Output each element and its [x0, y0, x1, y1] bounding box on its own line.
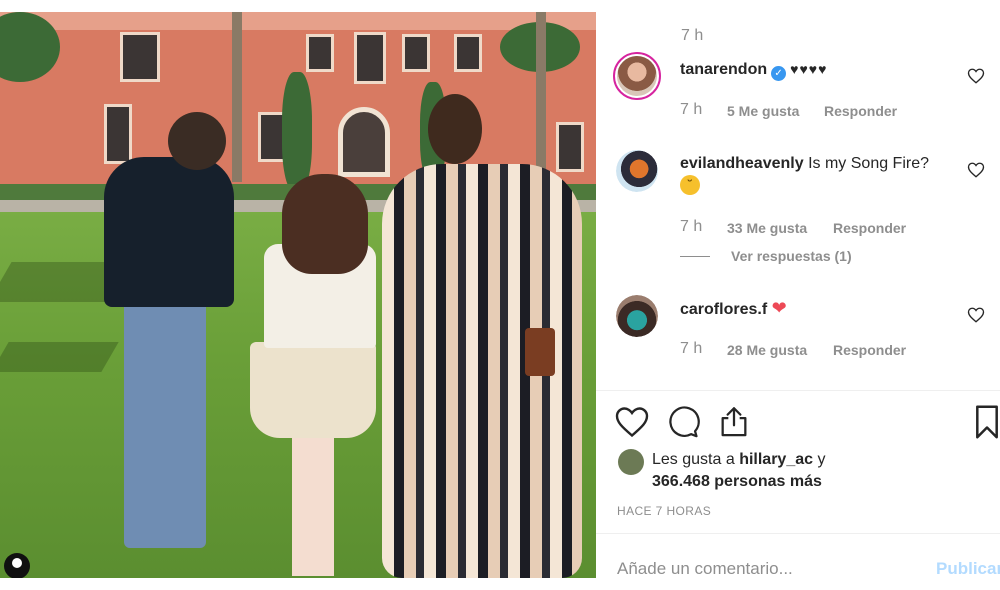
divider: [596, 533, 1000, 534]
photo-window: [454, 34, 482, 72]
avatar[interactable]: [616, 150, 658, 192]
photo-girl-skirt: [250, 342, 376, 438]
photo-window: [556, 122, 584, 172]
photo-handbag: [525, 328, 555, 376]
heart-outline-icon[interactable]: [614, 404, 650, 440]
liked-by-line: Les gusta a hillary_ac y: [652, 451, 825, 469]
photo-tree: [282, 72, 312, 192]
liked-by-username[interactable]: hillary_ac: [739, 451, 813, 468]
photo-man-jeans: [124, 298, 206, 548]
likes-count-line: 366.468 personas más: [652, 473, 822, 491]
comment-likes[interactable]: 5 Me gusta: [727, 103, 799, 119]
comment-username[interactable]: tanarendon: [680, 61, 767, 78]
heart-small-icon[interactable]: [967, 67, 985, 85]
comment-username[interactable]: evilandheavenly: [680, 155, 804, 172]
verified-badge-icon: ✓: [771, 66, 787, 81]
avatar[interactable]: [613, 52, 661, 100]
photo-window: [120, 32, 160, 82]
confused-face-icon: ˘: [680, 175, 700, 195]
share-upload-icon[interactable]: [717, 403, 751, 439]
avatar[interactable]: [616, 295, 658, 337]
publish-button[interactable]: Publicar: [936, 559, 1000, 579]
photo-man-head: [168, 112, 226, 170]
comment-time: 7 h: [680, 218, 703, 235]
reply-button[interactable]: Responder: [833, 342, 906, 358]
photo-roofline: [0, 12, 596, 30]
comment-time: 7 h: [681, 27, 704, 44]
heart-small-icon[interactable]: [967, 161, 985, 179]
avatar-image: [617, 56, 657, 96]
photo-girl-hair: [282, 174, 368, 274]
photo-woman-head: [428, 94, 482, 164]
comment-text: Is my Song Fire?: [808, 155, 930, 172]
comment-input[interactable]: Añade un comentario...: [617, 559, 793, 579]
comment-time: 7 h: [680, 101, 703, 118]
photo-palm: [536, 12, 546, 192]
post-timestamp[interactable]: HACE 7 HORAS: [617, 504, 711, 518]
photo-window: [402, 34, 430, 72]
photo-window: [354, 32, 386, 84]
comment: caroflores.f ❤: [680, 298, 787, 320]
photo-man-shirt: [104, 157, 234, 307]
reply-button[interactable]: Responder: [833, 220, 906, 236]
photo-girl-legs: [292, 436, 334, 576]
comment-bubble-icon[interactable]: [666, 405, 700, 439]
view-replies-button[interactable]: Ver respuestas (1): [731, 248, 852, 264]
photo-window: [104, 104, 132, 164]
comment-emoji: ˘: [680, 175, 700, 195]
liked-by-suffix: y: [817, 451, 826, 468]
liked-by-prefix: Les gusta a: [652, 451, 735, 468]
avatar-image: [616, 150, 658, 192]
divider: [596, 390, 1000, 391]
tagged-users-icon[interactable]: [4, 553, 30, 578]
comment-text: ♥♥♥♥: [790, 61, 828, 77]
comments-panel: 7 h tanarendon ✓ ♥♥♥♥ 7 h 5 Me gusta Respo…: [596, 0, 1000, 590]
liked-by-avatar[interactable]: [618, 449, 644, 475]
comment: tanarendon ✓ ♥♥♥♥: [680, 59, 827, 81]
comment: evilandheavenly Is my Song Fire?: [680, 154, 929, 174]
comment-time: 7 h: [680, 340, 703, 357]
comment-likes[interactable]: 33 Me gusta: [727, 220, 807, 236]
heart-small-icon[interactable]: [967, 306, 985, 324]
likes-count[interactable]: 366.468 personas más: [652, 473, 822, 490]
photo-palm: [232, 12, 242, 182]
comment-likes[interactable]: 28 Me gusta: [727, 342, 807, 358]
comment-username[interactable]: caroflores.f: [680, 301, 767, 318]
photo-shadow: [0, 342, 119, 372]
avatar-image: [616, 295, 658, 337]
bookmark-icon[interactable]: [974, 404, 1000, 440]
post-photo[interactable]: [0, 12, 596, 578]
photo-doorway: [338, 107, 390, 177]
replies-divider: [680, 256, 710, 257]
comment-text: ❤: [771, 298, 787, 318]
photo-window: [306, 34, 334, 72]
reply-button[interactable]: Responder: [824, 103, 897, 119]
